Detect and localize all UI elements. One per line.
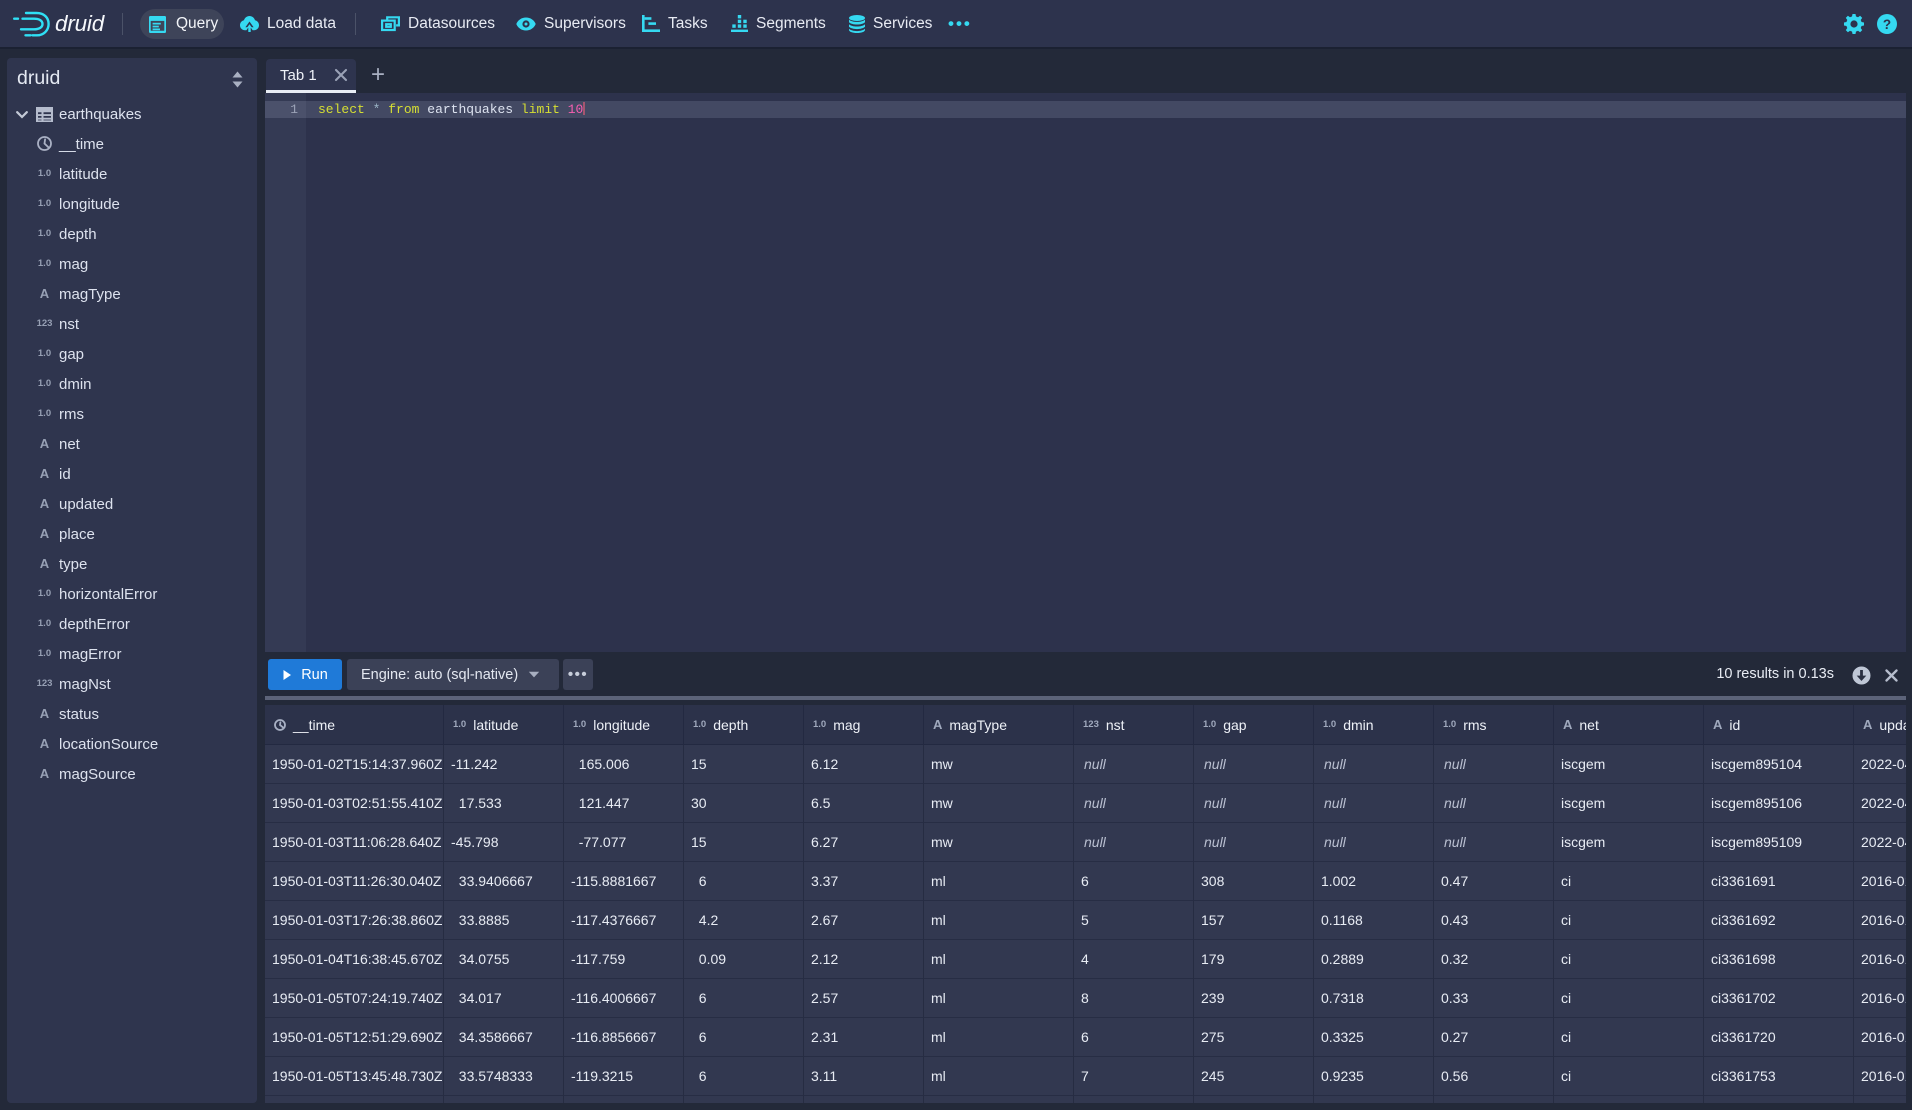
svg-text:?: ? — [1883, 17, 1891, 32]
